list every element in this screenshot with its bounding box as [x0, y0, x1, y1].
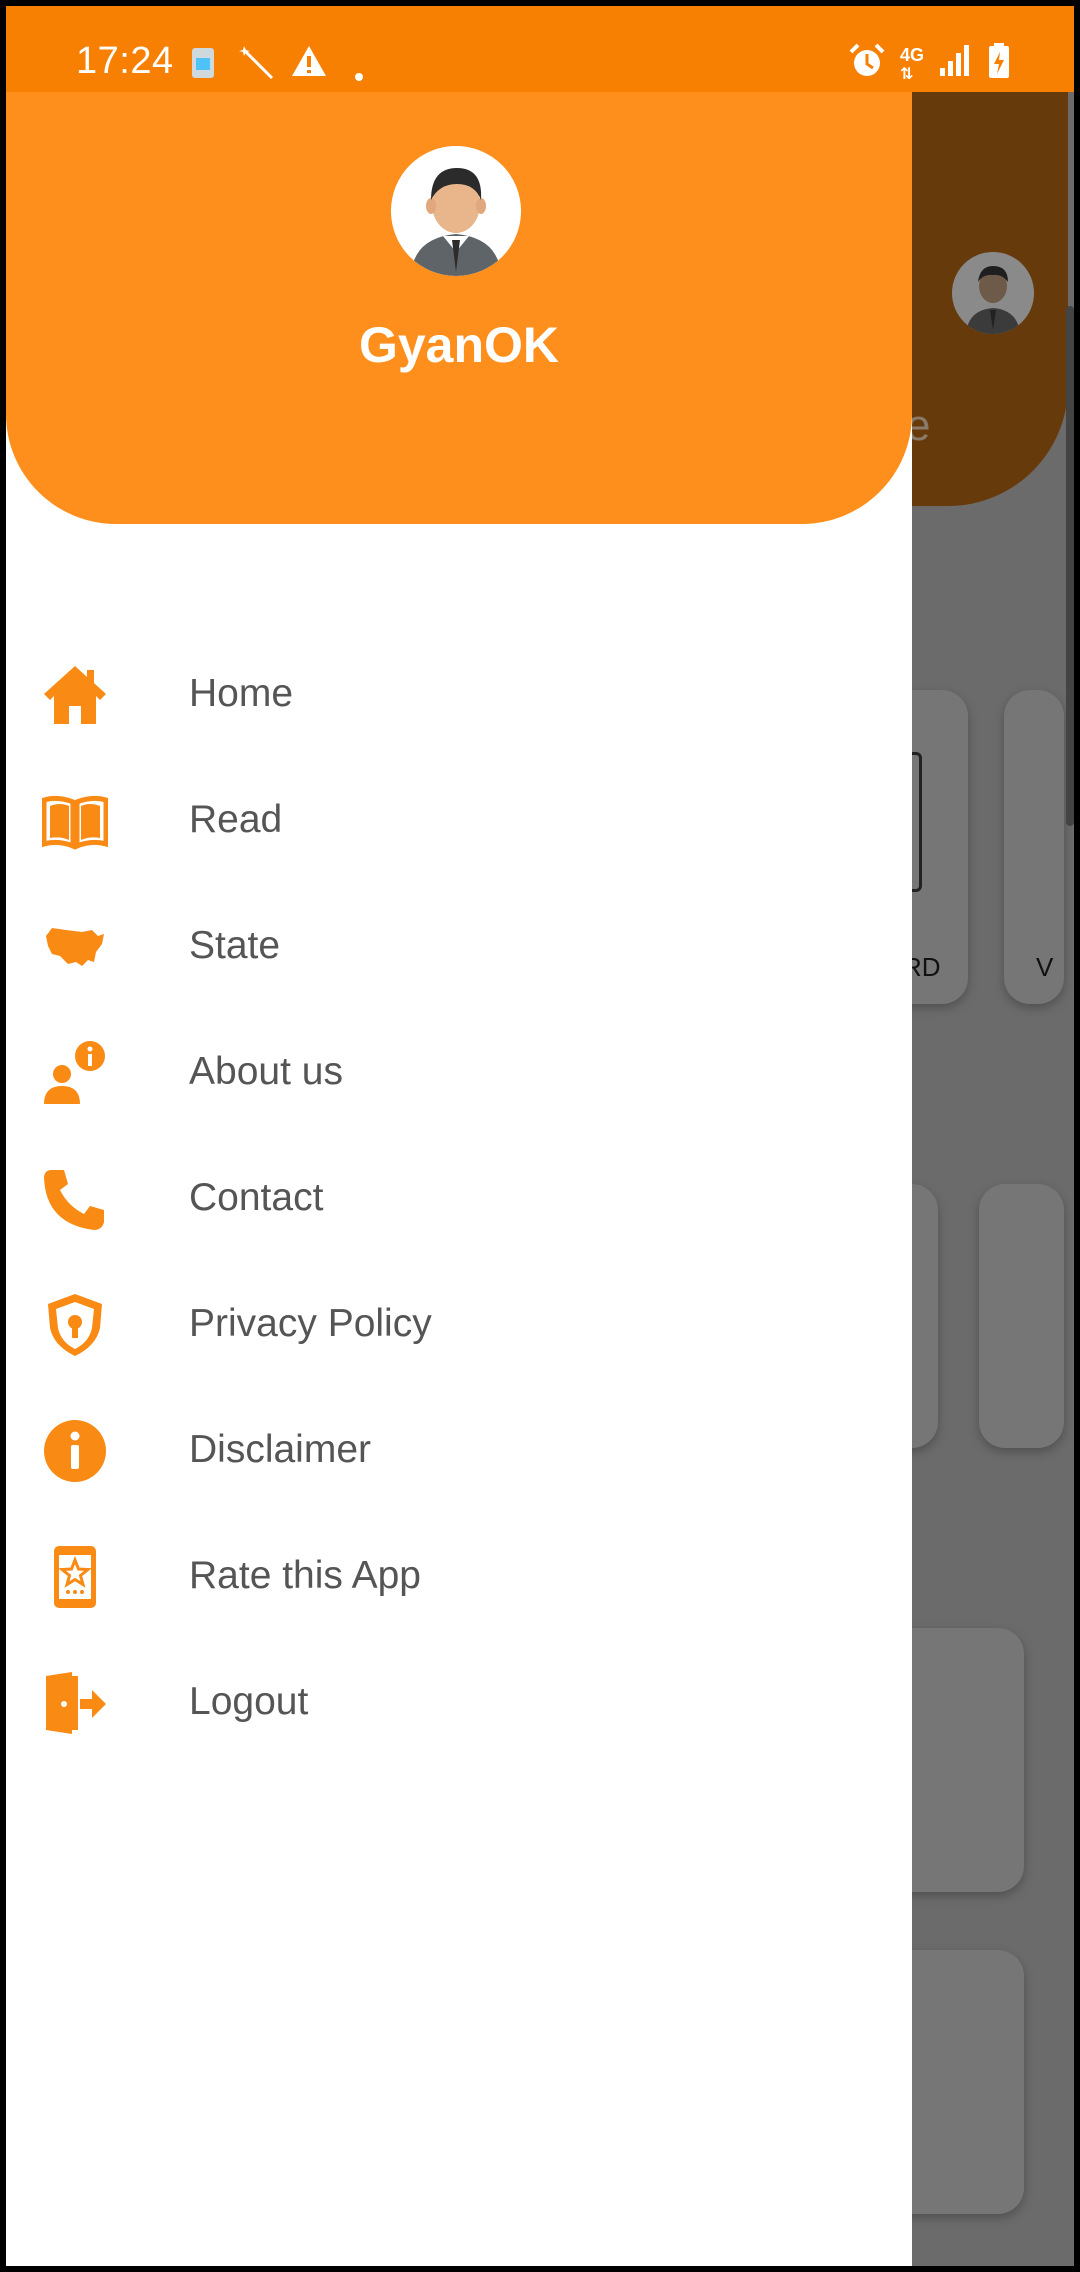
home-icon: [44, 666, 106, 724]
book-icon: [42, 795, 108, 850]
menu-item-rate-this-app[interactable]: Rate this App: [6, 1514, 912, 1640]
menu-label-state: State: [189, 924, 281, 967]
menu-label-rate-this-app: Rate this App: [189, 1554, 421, 1597]
phone-icon: [44, 1170, 104, 1230]
map-icon: [46, 928, 104, 966]
alarm-icon: [848, 42, 886, 88]
menu-label-home: Home: [189, 672, 294, 715]
avatar-icon: [391, 146, 521, 276]
menu-label-contact: Contact: [189, 1176, 324, 1219]
warning-icon: [290, 44, 328, 86]
menu-item-contact[interactable]: Contact: [6, 1136, 912, 1262]
menu-item-state[interactable]: State: [6, 884, 912, 1010]
menu-label-disclaimer: Disclaimer: [189, 1428, 372, 1471]
menu-label-about-us: About us: [189, 1050, 343, 1093]
menu-item-logout[interactable]: Logout: [6, 1640, 912, 1766]
background-scroll-edge: [1066, 306, 1074, 826]
battery-icon: [986, 42, 1012, 88]
background-card[interactable]: [979, 1184, 1064, 1448]
background-card-label: V: [1036, 952, 1054, 982]
menu-item-about-us[interactable]: About us: [6, 1010, 912, 1136]
logout-icon: [46, 1672, 106, 1734]
screen: e RD V GyanOK Home Read State About us C…: [6, 6, 1074, 2266]
mobile-star-icon: [54, 1546, 96, 1608]
navigation-drawer: GyanOK Home Read State About us Contact …: [6, 6, 912, 2266]
4g-icon: 4G ⇅: [900, 45, 925, 83]
menu-label-logout: Logout: [189, 1680, 309, 1723]
user-name: GyanOK: [358, 317, 560, 373]
menu-label-privacy-policy: Privacy Policy: [189, 1302, 432, 1345]
menu-item-privacy-policy[interactable]: Privacy Policy: [6, 1262, 912, 1388]
shield-lock-icon: [48, 1294, 102, 1356]
user-avatar[interactable]: [391, 146, 521, 276]
sim-card-icon: [186, 44, 224, 90]
signal-icon: [938, 42, 972, 86]
menu-label-read: Read: [189, 798, 283, 841]
network-label: 4G: [900, 45, 925, 65]
menu-item-disclaimer[interactable]: Disclaimer: [6, 1388, 912, 1514]
status-bar: 17:24 4G ⇅: [6, 6, 1074, 92]
magic-wand-icon: [238, 44, 276, 90]
background-avatar[interactable]: [952, 252, 1034, 334]
dot-icon: [354, 56, 364, 90]
user-info-icon: [44, 1041, 105, 1104]
background-card[interactable]: [1004, 690, 1064, 1004]
status-time: 17:24: [76, 40, 174, 82]
menu-item-home[interactable]: Home: [6, 632, 912, 758]
info-icon: [44, 1420, 106, 1482]
menu-item-read[interactable]: Read: [6, 758, 912, 884]
drawer-menu: Home Read State About us Contact Privacy…: [6, 632, 912, 1766]
